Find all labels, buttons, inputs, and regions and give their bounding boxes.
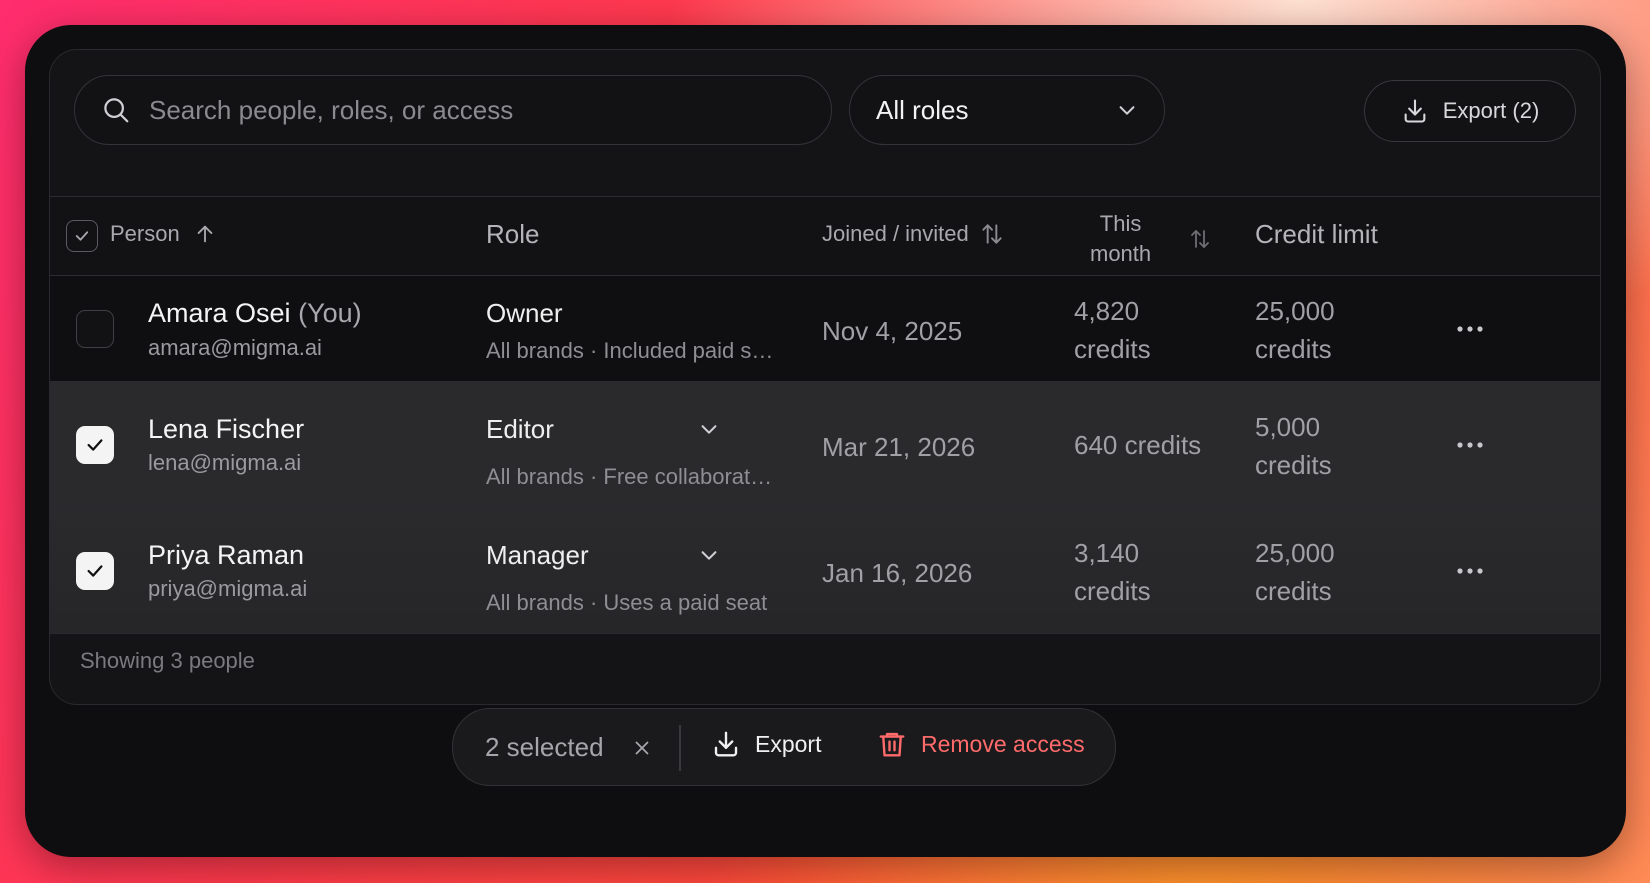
check-icon	[87, 565, 103, 577]
month-credits-line2: credits	[1074, 576, 1151, 606]
column-header-joined[interactable]: Joined / invited	[822, 221, 1005, 247]
trash-icon	[879, 732, 905, 757]
sort-icon	[982, 224, 1002, 244]
divider	[679, 725, 681, 771]
selection-count: 2 selected	[485, 732, 604, 762]
credit-limit-line2: credits	[1255, 450, 1332, 480]
column-header-role: Role	[486, 219, 539, 250]
search-box[interactable]	[74, 75, 832, 145]
month-credits: 4,820 credits	[1074, 292, 1234, 368]
select-all-checkbox[interactable]	[66, 220, 98, 252]
month-credits-line1: 4,820	[1074, 296, 1140, 326]
remove-access-label: Remove access	[921, 730, 1085, 757]
credit-limit-line2: credits	[1255, 334, 1332, 364]
row-checkbox[interactable]	[76, 426, 114, 464]
app-window: All roles Export (2) Person Role Joined …	[25, 25, 1626, 857]
joined-date: Jan 16, 2026	[822, 558, 973, 588]
credit-limit: 5,000 credits	[1255, 408, 1415, 484]
month-credits: 640 credits	[1074, 426, 1254, 464]
role-select[interactable]: Manager	[486, 540, 589, 571]
month-credits-line1: 640 credits	[1074, 430, 1202, 460]
table-row[interactable]: Lena Fischer lena@migma.ai Editor All br…	[50, 382, 1600, 508]
bulk-action-bar: 2 selected Export Remove access	[452, 708, 1116, 786]
row-count-label: Showing 3 people	[80, 648, 255, 673]
credit-limit-line1: 5,000	[1255, 412, 1321, 442]
download-icon	[1404, 99, 1426, 123]
chevron-down-icon[interactable]	[698, 418, 720, 440]
column-header-credit-limit: Credit limit	[1255, 219, 1378, 250]
credit-limit-line1: 25,000	[1255, 296, 1335, 326]
person-name: Priya Raman	[148, 540, 305, 570]
column-header-role-label: Role	[486, 219, 540, 249]
bulk-export-button[interactable]: Export	[711, 729, 821, 759]
row-checkbox[interactable]	[76, 310, 114, 348]
search-icon	[104, 98, 129, 123]
chevron-down-icon	[1119, 106, 1135, 115]
person-name: Lena Fischer	[148, 414, 305, 444]
person-email: lena@migma.ai	[148, 450, 302, 475]
check-icon	[87, 439, 103, 451]
column-header-joined-label: Joined / invited	[822, 221, 969, 246]
toolbar: All roles Export (2)	[50, 50, 1600, 196]
person-name: Amara Osei (You)	[148, 298, 362, 329]
row-checkbox[interactable]	[76, 552, 114, 590]
export-button[interactable]: Export (2)	[1364, 80, 1576, 142]
credit-limit-line1: 25,000	[1255, 538, 1335, 568]
table-row[interactable]: Priya Raman priya@migma.ai Manager All b…	[50, 508, 1600, 634]
person-email: amara@migma.ai	[148, 335, 322, 360]
role-label: Owner	[486, 298, 563, 328]
role-filter-value: All roles	[876, 94, 969, 125]
person-name-text: Amara Osei	[148, 298, 291, 328]
role-description: All brands · Free collaborat…	[486, 464, 773, 489]
column-header-person[interactable]: Person	[110, 221, 216, 247]
you-badge: (You)	[298, 298, 362, 328]
table-header: Person Role Joined / invited This month …	[50, 196, 1600, 276]
bulk-export-label: Export	[755, 730, 822, 757]
table-row[interactable]: Amara Osei (You) amara@migma.ai Owner Al…	[50, 276, 1600, 382]
check-icon	[75, 231, 89, 241]
column-header-month-line1: This	[1099, 211, 1142, 236]
more-options-icon[interactable]	[1455, 566, 1485, 576]
export-button-label: Export (2)	[1442, 98, 1540, 123]
role-filter-select[interactable]: All roles	[849, 75, 1165, 145]
search-input[interactable]	[149, 94, 749, 126]
month-credits: 3,140 credits	[1074, 534, 1234, 610]
download-icon	[714, 731, 738, 757]
role-description: All brands · Included paid s…	[486, 338, 774, 363]
month-credits-line2: credits	[1074, 334, 1151, 364]
column-header-person-label: Person	[110, 221, 180, 246]
role-select[interactable]: Editor	[486, 414, 554, 445]
column-header-month-line2: month	[1090, 241, 1152, 266]
remove-access-button[interactable]: Remove access	[877, 729, 1085, 759]
people-panel: All roles Export (2) Person Role Joined …	[49, 49, 1601, 705]
close-icon[interactable]	[631, 737, 653, 759]
sort-icon[interactable]	[1188, 227, 1212, 251]
more-options-icon[interactable]	[1455, 440, 1485, 450]
person-email: priya@migma.ai	[148, 576, 308, 601]
sort-ascending-icon	[197, 225, 213, 243]
month-credits-line1: 3,140	[1074, 538, 1140, 568]
column-header-month[interactable]: This month	[1090, 209, 1151, 269]
column-header-credit-limit-label: Credit limit	[1255, 219, 1378, 249]
credit-limit-line2: credits	[1255, 576, 1332, 606]
joined-date: Nov 4, 2025	[822, 316, 963, 346]
credit-limit: 25,000 credits	[1255, 292, 1415, 368]
more-options-icon[interactable]	[1455, 324, 1485, 334]
credit-limit: 25,000 credits	[1255, 534, 1415, 610]
role-description: All brands · Uses a paid seat	[486, 590, 768, 615]
chevron-down-icon[interactable]	[698, 544, 720, 566]
joined-date: Mar 21, 2026	[822, 432, 976, 462]
